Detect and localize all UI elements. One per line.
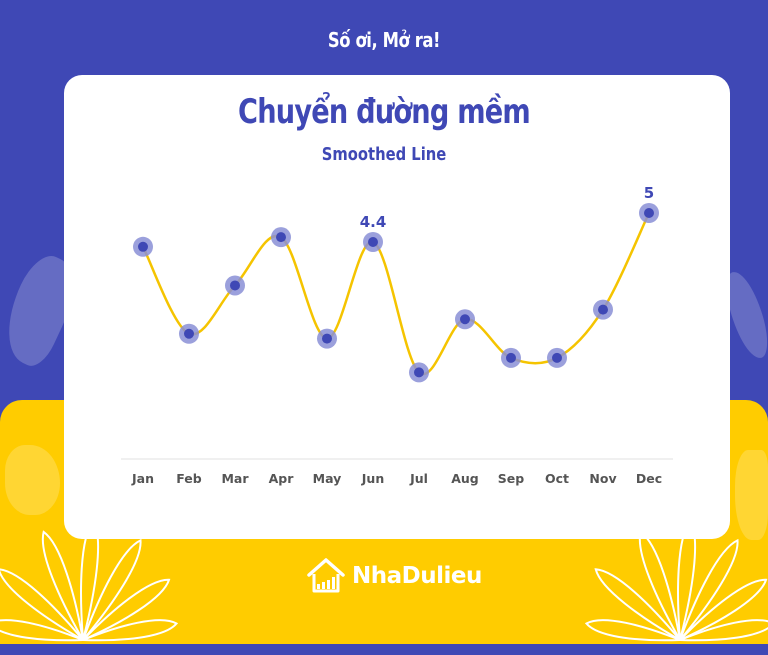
- data-point[interactable]: [184, 328, 194, 339]
- x-tick-label: Oct: [545, 471, 569, 486]
- data-point[interactable]: [598, 304, 608, 315]
- data-point[interactable]: [506, 352, 516, 363]
- data-label: 5: [644, 184, 654, 202]
- data-point[interactable]: [460, 314, 470, 325]
- x-tick-label: Nov: [589, 471, 616, 486]
- x-tick-label: Mar: [221, 471, 249, 486]
- series-line: [141, 212, 651, 376]
- data-point[interactable]: [138, 241, 148, 252]
- x-tick-label: May: [313, 471, 342, 486]
- data-point[interactable]: [644, 208, 654, 218]
- x-tick-label: Aug: [451, 471, 479, 486]
- x-tick-label: Jun: [361, 471, 384, 486]
- x-tick-label: Jul: [409, 471, 428, 486]
- data-point[interactable]: [414, 367, 424, 378]
- data-point[interactable]: [552, 352, 562, 363]
- brand-logo-text: NhaDulieu: [352, 563, 482, 589]
- data-point[interactable]: [368, 236, 378, 247]
- x-tick-label: Jan: [131, 471, 154, 486]
- data-point[interactable]: [276, 232, 286, 243]
- data-label: 4.4: [360, 213, 387, 231]
- x-tick-label: Apr: [269, 471, 295, 486]
- data-point[interactable]: [230, 280, 240, 291]
- brand-logo: NhaDulieu: [306, 556, 482, 596]
- data-point[interactable]: [322, 333, 332, 344]
- x-tick-label: Dec: [636, 471, 662, 486]
- line-chart: Jan Feb Mar Apr May Jun Jul Aug Sep Oct Nov Dec 4.4 5: [121, 184, 673, 486]
- house-chart-icon: [307, 558, 345, 593]
- x-tick-label: Feb: [176, 471, 202, 486]
- x-tick-label: Sep: [498, 471, 524, 486]
